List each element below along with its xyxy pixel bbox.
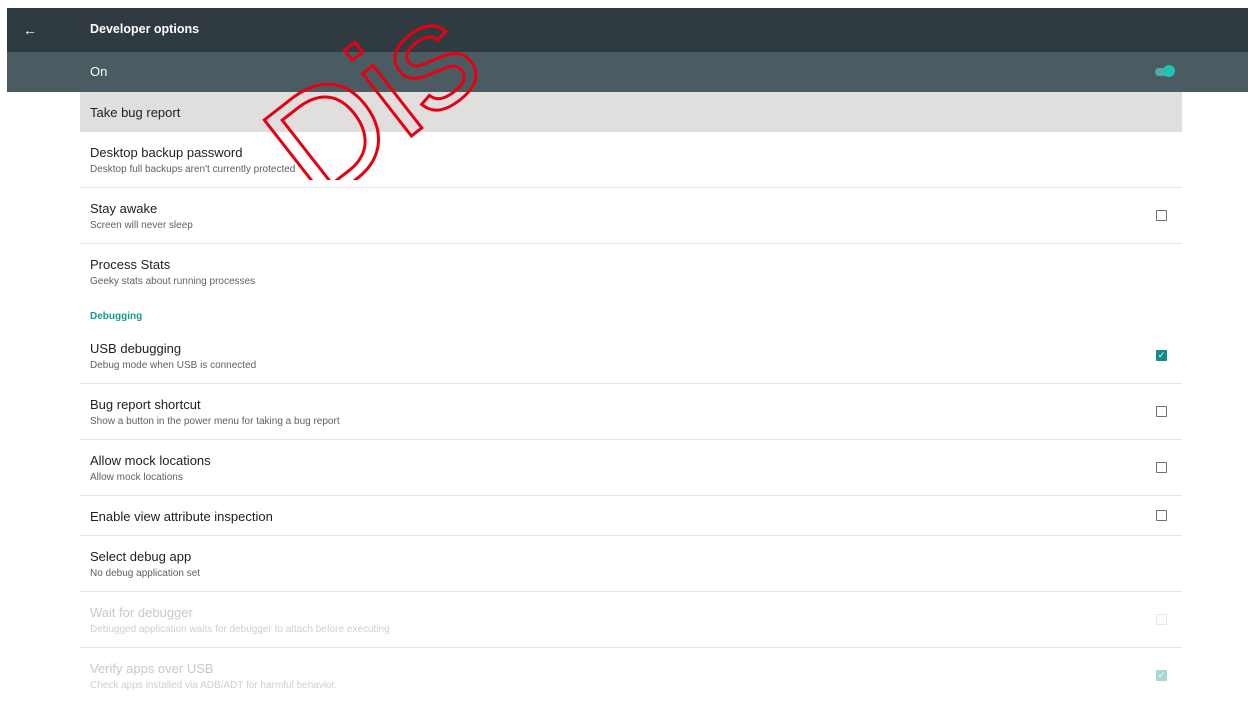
setting-select-debug-app[interactable]: Select debug app No debug application se…: [80, 536, 1182, 592]
setting-verify-apps-over-usb: Verify apps over USB Check apps installe…: [80, 648, 1182, 704]
master-switch-label: On: [90, 64, 108, 79]
section-header-debugging: Debugging: [80, 300, 1182, 328]
setting-title: Wait for debugger: [90, 605, 193, 620]
setting-title: Stay awake: [90, 201, 158, 216]
setting-subtitle: Debugged application waits for debugger …: [90, 624, 390, 635]
setting-title: Desktop backup password: [90, 145, 243, 160]
setting-take-bug-report[interactable]: Take bug report: [80, 92, 1182, 132]
setting-subtitle: Geeky stats about running processes: [90, 276, 256, 287]
master-switch-bar[interactable]: On: [7, 52, 1248, 92]
bug-report-shortcut-checkbox[interactable]: [1156, 406, 1167, 417]
stay-awake-checkbox[interactable]: [1156, 210, 1167, 221]
setting-title: Bug report shortcut: [90, 397, 201, 412]
setting-subtitle: Desktop full backups aren't currently pr…: [90, 164, 296, 175]
setting-allow-mock-locations[interactable]: Allow mock locations Allow mock location…: [80, 440, 1182, 496]
page-title: Developer options: [90, 22, 200, 36]
setting-title: Verify apps over USB: [90, 661, 214, 676]
setting-title: Enable view attribute inspection: [90, 509, 273, 524]
setting-subtitle: Debug mode when USB is connected: [90, 360, 257, 371]
setting-subtitle: Check apps installed via ADB/ADT for har…: [90, 680, 338, 691]
setting-subtitle: Allow mock locations: [90, 472, 183, 483]
section-title: Debugging: [90, 311, 143, 322]
setting-process-stats[interactable]: Process Stats Geeky stats about running …: [80, 244, 1182, 300]
verify-apps-checkbox: ✓: [1156, 670, 1167, 681]
allow-mock-locations-checkbox[interactable]: [1156, 462, 1167, 473]
setting-bug-report-shortcut[interactable]: Bug report shortcut Show a button in the…: [80, 384, 1182, 440]
setting-title: Take bug report: [90, 105, 181, 120]
setting-title: Select debug app: [90, 549, 192, 564]
arrow-left-icon[interactable]: ←: [18, 18, 42, 42]
setting-stay-awake[interactable]: Stay awake Screen will never sleep: [80, 188, 1182, 244]
setting-usb-debugging[interactable]: USB debugging Debug mode when USB is con…: [80, 328, 1182, 384]
setting-subtitle: No debug application set: [90, 568, 201, 579]
switch-thumb: [1163, 65, 1175, 77]
setting-title: Process Stats: [90, 257, 171, 272]
setting-subtitle: Show a button in the power menu for taki…: [90, 416, 340, 427]
setting-title: Allow mock locations: [90, 453, 211, 468]
setting-wait-for-debugger: Wait for debugger Debugged application w…: [80, 592, 1182, 648]
setting-desktop-backup-password[interactable]: Desktop backup password Desktop full bac…: [80, 132, 1182, 188]
settings-list: Take bug report Desktop backup password …: [80, 92, 1182, 704]
setting-enable-view-attribute-inspection[interactable]: Enable view attribute inspection: [80, 496, 1182, 536]
view-attribute-inspection-checkbox[interactable]: [1156, 510, 1167, 521]
setting-subtitle: Screen will never sleep: [90, 220, 193, 231]
setting-title: USB debugging: [90, 341, 182, 356]
usb-debugging-checkbox[interactable]: ✓: [1156, 350, 1167, 361]
wait-for-debugger-checkbox: [1156, 614, 1167, 625]
master-toggle-switch[interactable]: [1153, 64, 1175, 78]
